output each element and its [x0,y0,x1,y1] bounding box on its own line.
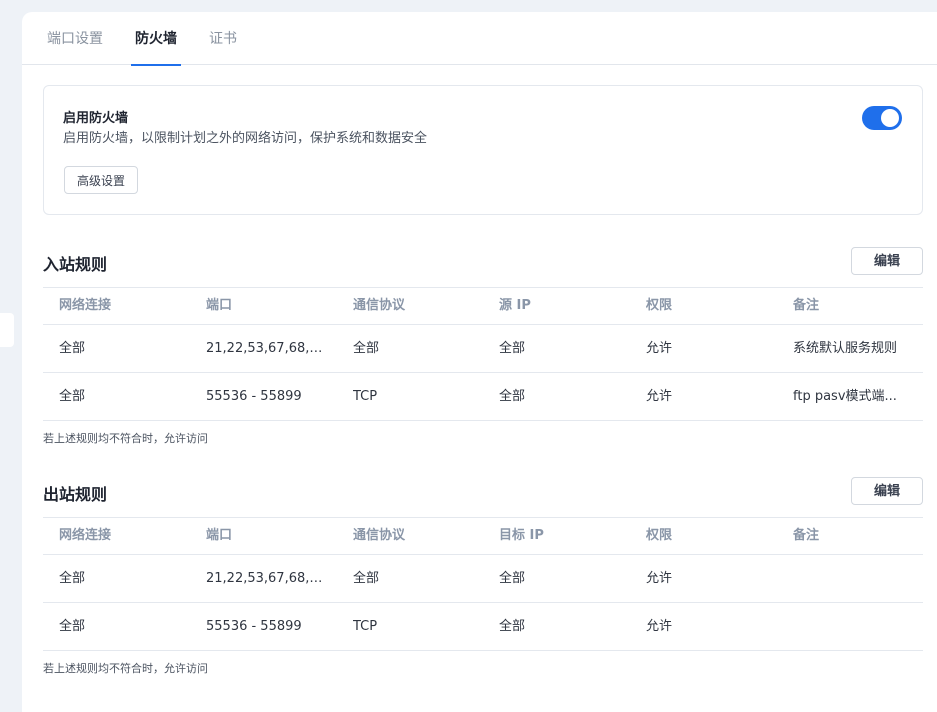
firewall-toggle[interactable] [862,106,902,130]
table-cell: 全部 [59,571,86,586]
inbound-rules-title: 入站规则 [43,255,108,274]
column-header: 备注 [793,528,820,543]
tab-bar: 端口设置 防火墙 证书 [22,12,937,66]
column-header: 备注 [793,298,820,313]
table-cell: 全部 [499,571,526,586]
table-cell: 全部 [353,571,380,586]
table-cell: 允许 [646,389,673,404]
table-cell: 全部 [499,341,526,356]
table-row: 全部 21,22,53,67,68,8... 全部 全部 允许 [43,555,923,603]
inbound-default-note: 若上述规则均不符合时，允许访问 [43,432,208,445]
advanced-settings-button[interactable]: 高级设置 [64,166,138,194]
firewall-title: 启用防火墙 [63,111,129,126]
inbound-rules-table: 网络连接 端口 通信协议 源 IP 权限 备注 全部 21,22,53,67,6… [43,287,923,421]
table-cell: 系统默认服务规则 [793,341,898,356]
table-cell: 21,22,53,67,68,8... [206,571,326,586]
toggle-knob [881,109,899,127]
inbound-edit-button[interactable]: 编辑 [851,247,923,275]
table-cell: 全部 [353,341,380,356]
table-cell: 21,22,53,67,68,8... [206,341,326,356]
collapse-handle[interactable] [0,313,14,347]
column-header: 端口 [206,298,233,313]
column-header: 权限 [646,298,673,313]
table-cell: 55536 - 55899 [206,619,302,634]
table-cell: ftp pasv模式端... [793,389,897,404]
table-cell: 55536 - 55899 [206,389,302,404]
column-header: 通信协议 [353,528,406,543]
column-header: 网络连接 [59,528,112,543]
firewall-description: 启用防火墙，以限制计划之外的网络访问，保护系统和数据安全 [63,131,428,146]
table-cell: 全部 [499,619,526,634]
column-header: 目标 IP [499,528,544,543]
table-cell: 全部 [499,389,526,404]
table-cell: 允许 [646,341,673,356]
column-header: 通信协议 [353,298,406,313]
table-row: 全部 21,22,53,67,68,8... 全部 全部 允许 系统默认服务规则 [43,325,923,373]
outbound-default-note: 若上述规则均不符合时，允许访问 [43,662,208,675]
table-header-row: 网络连接 端口 通信协议 源 IP 权限 备注 [43,288,923,325]
table-cell: 允许 [646,571,673,586]
table-header-row: 网络连接 端口 通信协议 目标 IP 权限 备注 [43,518,923,555]
table-cell: 全部 [59,389,86,404]
tab-firewall[interactable]: 防火墙 [131,28,181,66]
table-cell: 允许 [646,619,673,634]
tab-port-settings[interactable]: 端口设置 [47,28,103,65]
table-cell: 全部 [59,341,86,356]
table-cell: TCP [353,619,378,634]
outbound-edit-button[interactable]: 编辑 [851,477,923,505]
column-header: 源 IP [499,298,531,313]
column-header: 网络连接 [59,298,112,313]
column-header: 端口 [206,528,233,543]
outbound-rules-title: 出站规则 [43,485,108,504]
table-row: 全部 55536 - 55899 TCP 全部 允许 [43,603,923,651]
settings-panel: 端口设置 防火墙 证书 启用防火墙 启用防火墙，以限制计划之外的网络访问，保护系… [22,12,937,712]
table-cell: 全部 [59,619,86,634]
column-header: 权限 [646,528,673,543]
firewall-card: 启用防火墙 启用防火墙，以限制计划之外的网络访问，保护系统和数据安全 高级设置 [43,85,923,215]
table-cell: TCP [353,389,378,404]
outbound-rules-table: 网络连接 端口 通信协议 目标 IP 权限 备注 全部 21,22,53,67,… [43,517,923,651]
table-row: 全部 55536 - 55899 TCP 全部 允许 ftp pasv模式端..… [43,373,923,421]
tab-certificate[interactable]: 证书 [209,28,237,65]
